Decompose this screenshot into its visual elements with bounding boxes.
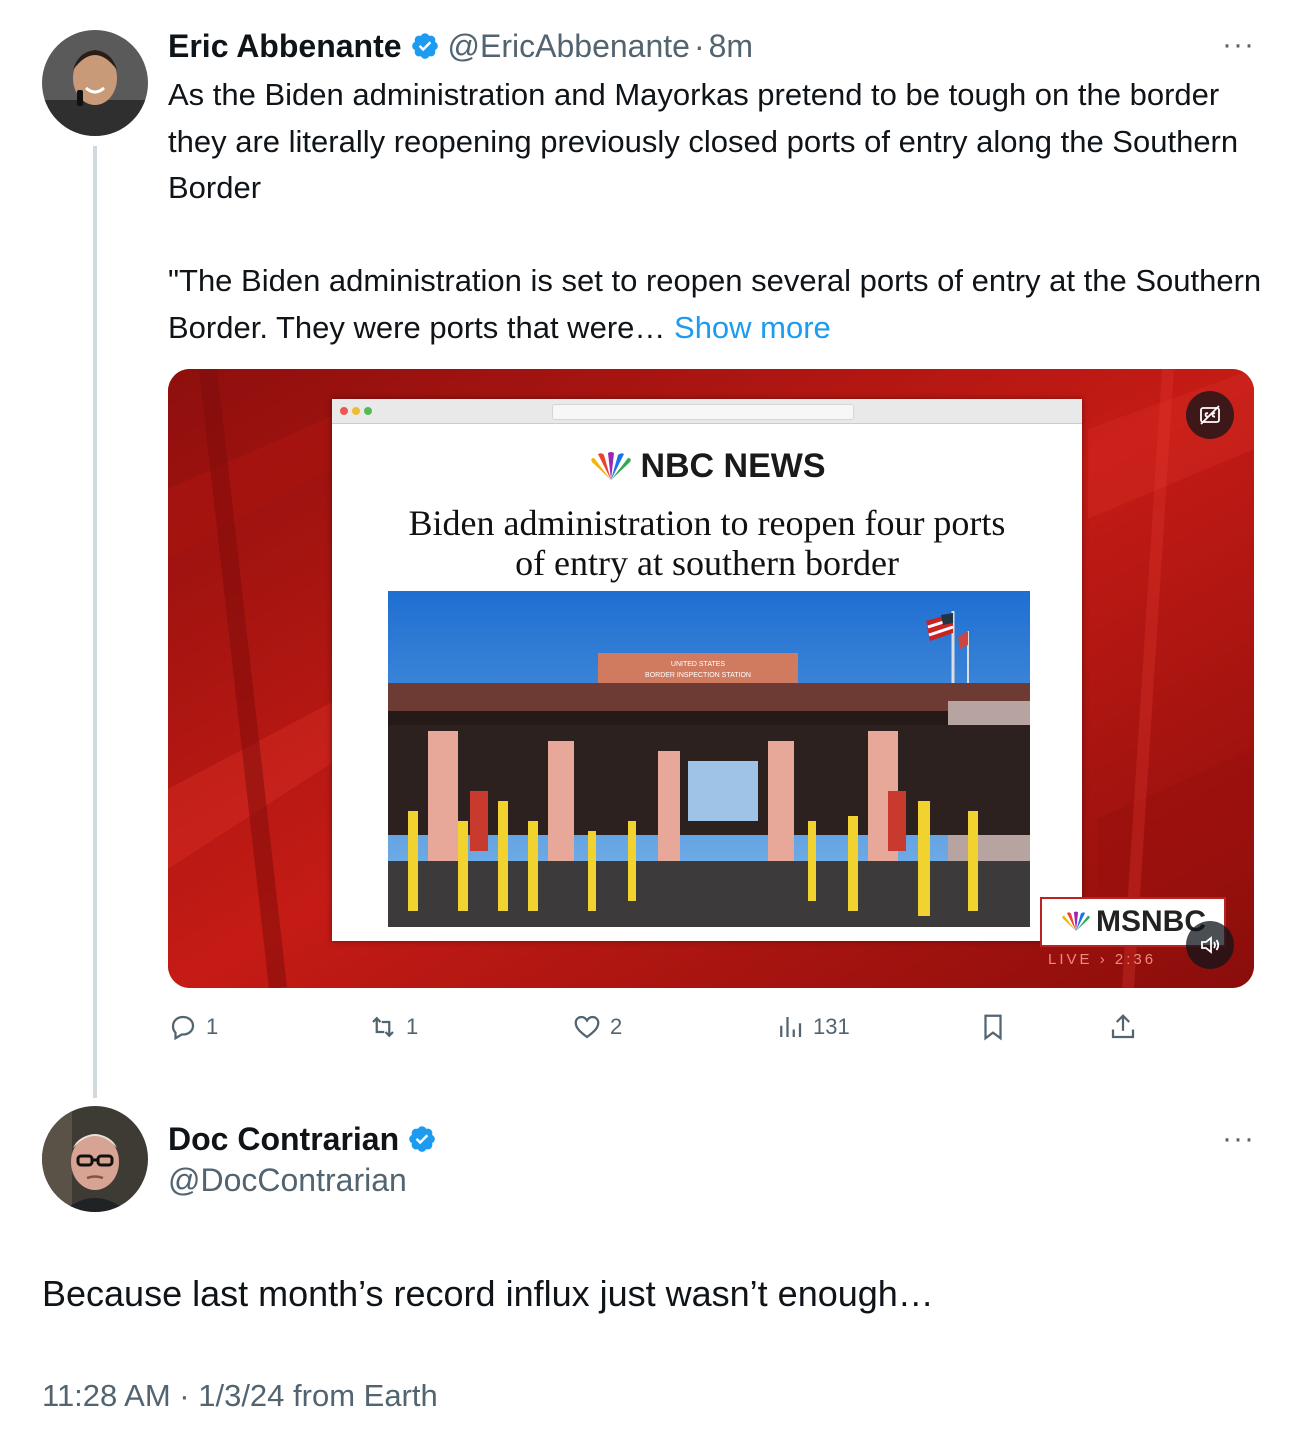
repost-icon xyxy=(372,1016,394,1038)
reply-header: Doc Contrarian xyxy=(168,1119,437,1159)
like-button[interactable]: 2 xyxy=(572,1012,622,1042)
msnbc-peacock-icon xyxy=(1062,911,1090,932)
border-station-illustration: UNITED STATES BORDER INSPECTION STATION xyxy=(388,591,1030,927)
station-sign-line-1: UNITED STATES xyxy=(671,661,726,668)
reply-count: 1 xyxy=(206,1014,219,1039)
like-icon xyxy=(574,1015,600,1039)
live-time: 2:36 xyxy=(1114,951,1157,968)
tweet-time[interactable]: 8m xyxy=(709,28,753,65)
browser-min-dot xyxy=(352,407,360,415)
nbc-news-logo: NBC NEWS xyxy=(332,447,1082,486)
reply-author-handle[interactable]: @DocContrarian xyxy=(168,1162,407,1199)
share-button[interactable] xyxy=(1108,1012,1146,1042)
author-name[interactable]: Eric Abbenante xyxy=(168,28,402,65)
bookmark-icon xyxy=(984,1014,1002,1041)
views-count: 131 xyxy=(813,1014,850,1039)
show-more-link[interactable]: Show more xyxy=(674,310,831,345)
browser-max-dot xyxy=(364,407,372,415)
avatar-eric-abbenante[interactable] xyxy=(42,30,148,136)
repost-button[interactable]: 1 xyxy=(368,1012,418,1042)
handle-time-separator: · xyxy=(693,27,705,64)
tweet-text: As the Biden administration and Mayorkas… xyxy=(168,72,1268,351)
verified-badge-icon xyxy=(411,33,438,59)
article-card: NBC NEWS Biden administration to reopen … xyxy=(332,399,1082,941)
tweet-paragraph-1: As the Biden administration and Mayorkas… xyxy=(168,77,1239,205)
border-station-photo: UNITED STATES BORDER INSPECTION STATION xyxy=(388,591,1030,927)
news-outlet-name: NBC NEWS xyxy=(640,447,826,485)
article-headline-line-1: Biden administration to reopen four port… xyxy=(408,503,1006,543)
nbc-peacock-icon xyxy=(591,451,632,480)
reply-button[interactable]: 1 xyxy=(168,1012,218,1042)
caption-icon[interactable] xyxy=(1186,391,1234,439)
live-label: LIVE xyxy=(1048,951,1093,968)
avatar-doc-contrarian[interactable] xyxy=(42,1106,148,1212)
browser-address-bar xyxy=(552,404,854,420)
station-sign-line-2: BORDER INSPECTION STATION xyxy=(645,672,751,679)
views-icon xyxy=(780,1017,802,1037)
live-indicator: LIVE › 2:36 xyxy=(1048,951,1157,968)
browser-close-dot xyxy=(340,407,348,415)
views-button[interactable]: 131 xyxy=(775,1012,850,1042)
bookmark-button[interactable] xyxy=(978,1012,1016,1042)
browser-toolbar xyxy=(332,399,1082,424)
tweet-header: Eric Abbenante @EricAbbenante · 8m xyxy=(168,26,753,66)
reply-author-name[interactable]: Doc Contrarian xyxy=(168,1121,399,1158)
share-icon xyxy=(1111,1014,1135,1039)
article-headline-line-2: of entry at southern border xyxy=(515,543,899,583)
tweet-video[interactable]: NBC NEWS Biden administration to reopen … xyxy=(168,369,1254,988)
reply-timestamp[interactable]: 11:28 AM · 1/3/24 from Earth xyxy=(42,1378,438,1414)
author-handle[interactable]: @EricAbbenante xyxy=(448,28,690,65)
more-icon[interactable]: ··· xyxy=(1222,30,1255,60)
verified-badge-icon xyxy=(409,1126,435,1152)
like-count: 2 xyxy=(610,1014,623,1039)
reply-text: Because last month’s record influx just … xyxy=(42,1273,934,1314)
article-headline: Biden administration to reopen four port… xyxy=(332,503,1082,583)
tweet-paragraph-2: "The Biden administration is set to reop… xyxy=(168,258,1268,351)
repost-count: 1 xyxy=(406,1014,419,1039)
volume-icon[interactable] xyxy=(1186,921,1234,969)
tweet-actions: 1 1 2 131 xyxy=(168,1006,1168,1050)
reply-icon xyxy=(171,1015,195,1041)
more-icon[interactable]: ··· xyxy=(1222,1124,1255,1154)
thread-connector-line xyxy=(93,146,97,1098)
